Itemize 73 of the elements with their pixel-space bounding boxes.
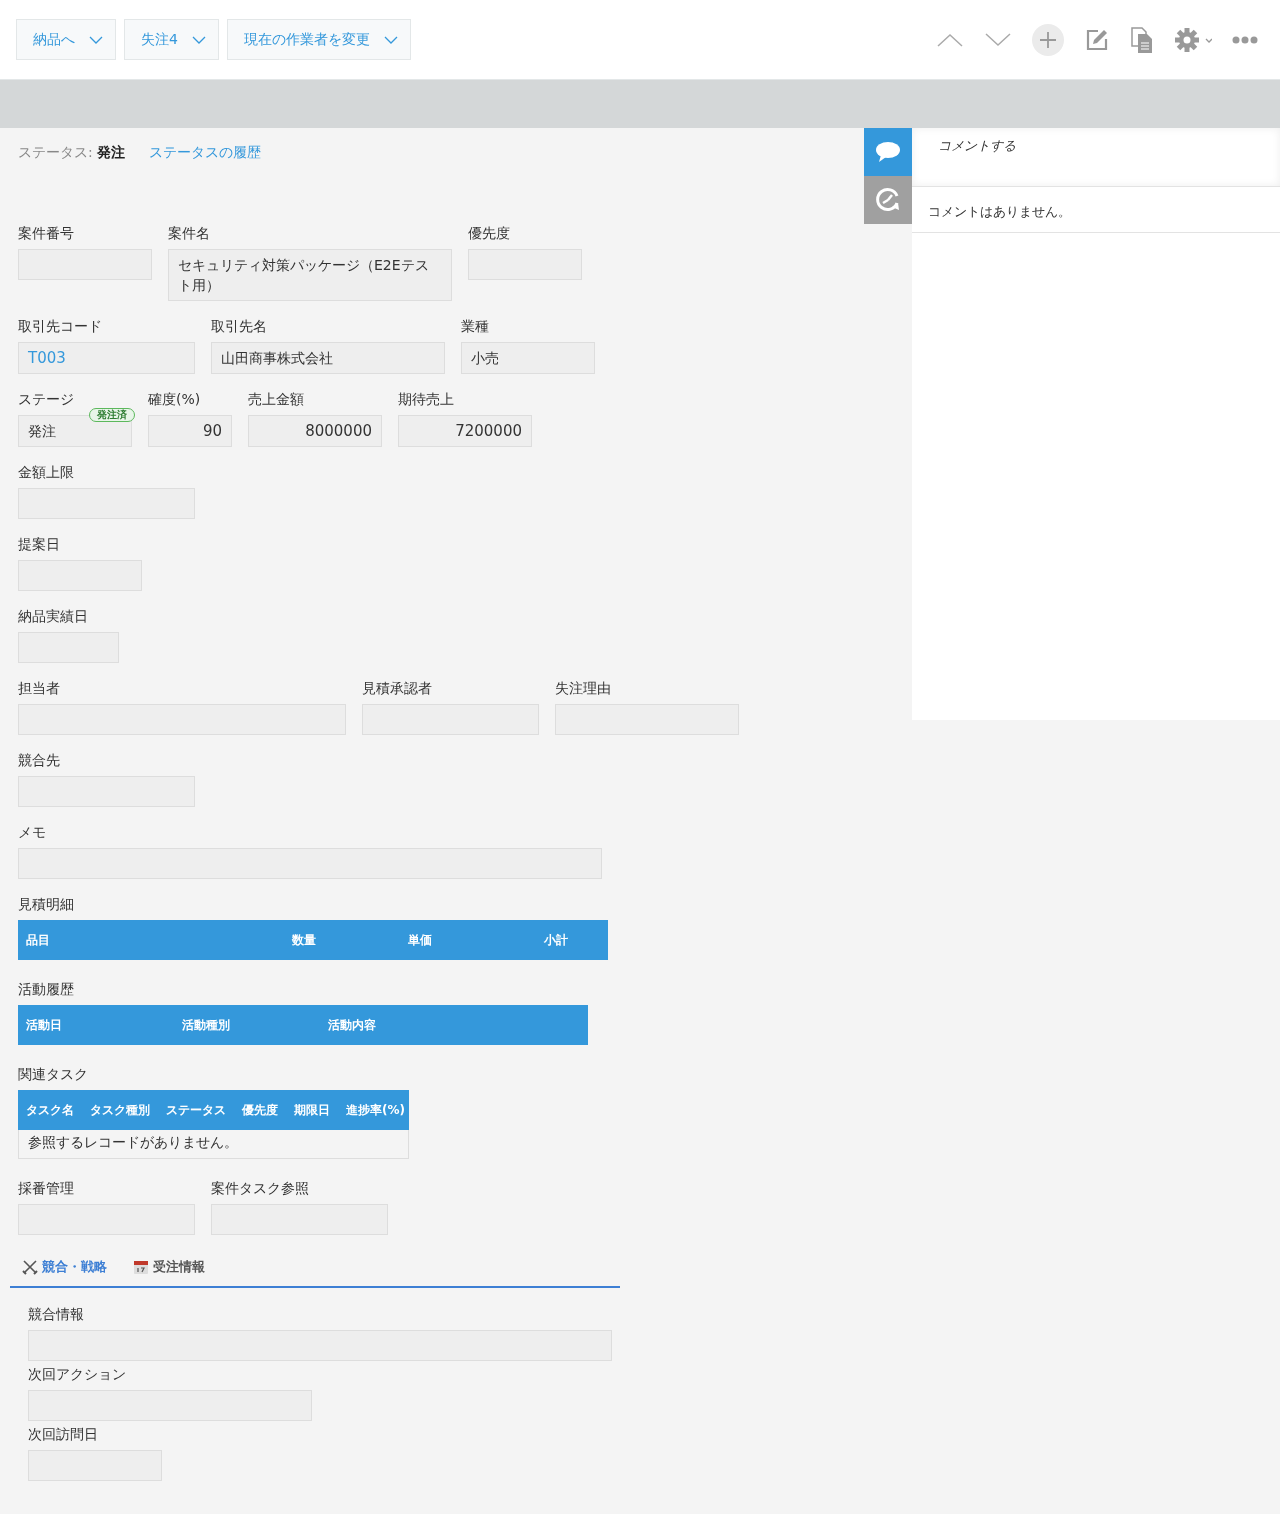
column-header: 進捗率(%) (346, 1101, 405, 1119)
crossed-swords-icon (22, 1259, 38, 1275)
field-value: 小売 (461, 342, 595, 374)
comments-tab[interactable] (864, 128, 912, 176)
field-label: 見積承認者 (362, 679, 433, 698)
field-label: 案件名 (168, 224, 211, 243)
field-label: 案件タスク参照 (211, 1179, 310, 1198)
column-header: 期限日 (294, 1101, 330, 1119)
field-value: T003 (18, 342, 195, 374)
settings-icon[interactable] (1174, 26, 1212, 53)
history-tab[interactable] (864, 176, 912, 224)
no-comments-message: コメントはありません。 (928, 204, 1071, 219)
column-header: 活動内容 (328, 1016, 376, 1034)
more-options-icon[interactable] (1232, 35, 1258, 44)
field-label: 担当者 (18, 679, 61, 698)
chevron-down-icon (383, 35, 398, 44)
field-label: 取引先名 (211, 317, 268, 336)
field-label: 競合情報 (28, 1305, 85, 1324)
chevron-down-icon (89, 35, 103, 44)
field-value: 7200000 (398, 415, 532, 447)
field-label: 確度(%) (148, 390, 202, 409)
chevron-down-icon (191, 35, 206, 44)
field-label: 失注理由 (555, 679, 612, 698)
field-label: 競合先 (18, 751, 61, 770)
field-label: 金額上限 (18, 463, 75, 482)
action-dropdown[interactable]: 納品へ (16, 19, 116, 60)
add-icon[interactable] (1032, 23, 1064, 56)
column-header: 活動種別 (182, 1016, 231, 1034)
field-label: 案件番号 (18, 224, 75, 243)
column-header: 品目 (26, 931, 51, 949)
empty-message: 参照するレコードがありません。 (28, 1134, 238, 1150)
status-badge: 発注済 (89, 408, 135, 422)
section-tab[interactable]: 受注情報 (133, 1258, 205, 1276)
field-label: 次回訪問日 (28, 1425, 99, 1444)
status-label: ステータス: (18, 144, 93, 162)
field-value: セキュリティ対策パッケージ（E2Eテスト用） (168, 249, 452, 301)
field-value: 90 (148, 415, 232, 447)
field-label: 採番管理 (18, 1179, 75, 1198)
field-label: 期待売上 (398, 390, 455, 409)
speech-bubble-icon (875, 141, 901, 163)
history-icon (875, 187, 901, 213)
column-header: 数量 (292, 931, 317, 949)
previous-record-icon[interactable] (936, 31, 964, 48)
status-history-link[interactable]: ステータスの履歴 (148, 144, 261, 162)
column-header: 優先度 (242, 1101, 278, 1119)
field-label: 優先度 (468, 224, 511, 243)
table-title: 関連タスク (18, 1065, 89, 1084)
column-header: 単価 (408, 931, 433, 949)
duplicate-document-icon[interactable] (1130, 25, 1154, 54)
field-value: 山田商事株式会社 (211, 342, 445, 374)
column-header: ステータス (166, 1101, 226, 1119)
column-header: タスク名 (26, 1101, 74, 1119)
field-label: メモ (18, 823, 47, 842)
next-record-icon[interactable] (984, 31, 1012, 48)
status-value: 発注 (96, 144, 125, 162)
field-label: 業種 (461, 317, 490, 336)
column-header: 活動日 (26, 1016, 63, 1034)
calendar-icon (133, 1259, 149, 1275)
field-label: 売上金額 (248, 390, 305, 409)
section-tab[interactable]: 競合・戦略 (22, 1258, 107, 1276)
comment-input[interactable]: コメントする (912, 128, 1280, 187)
table-title: 活動履歴 (18, 980, 75, 999)
field-label: 次回アクション (28, 1365, 127, 1384)
field-label: ステージ (18, 390, 75, 409)
column-header: タスク種別 (90, 1101, 150, 1119)
field-value: 8000000 (248, 415, 382, 447)
table-title: 見積明細 (18, 895, 75, 914)
field-label: 提案日 (18, 535, 61, 554)
action-dropdown[interactable]: 失注4 (124, 19, 219, 60)
column-header: 小計 (544, 931, 568, 949)
field-label: 納品実績日 (18, 607, 89, 626)
field-label: 取引先コード (18, 317, 103, 336)
action-dropdown[interactable]: 現在の作業者を変更 (226, 19, 411, 60)
